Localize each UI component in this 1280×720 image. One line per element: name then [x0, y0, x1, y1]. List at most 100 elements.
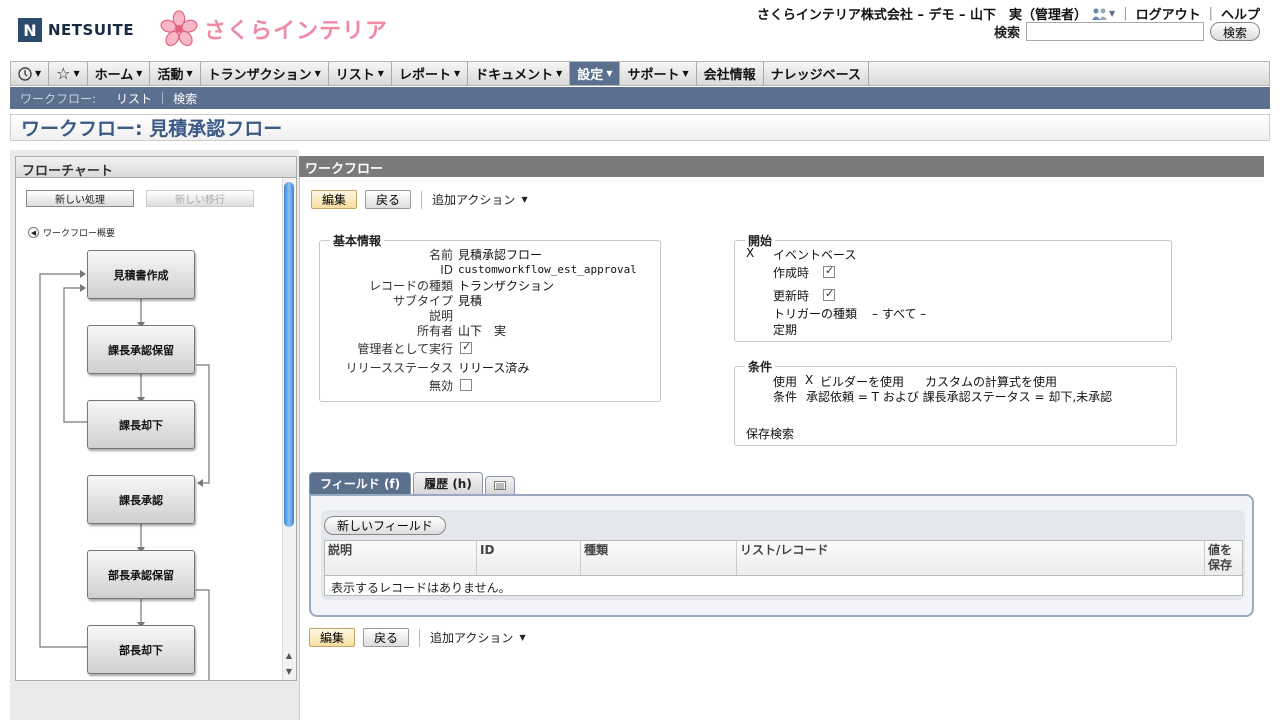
saved-search-label: 保存検索: [746, 427, 795, 441]
nav-label: ナレッジベース: [770, 68, 862, 83]
more-actions-menu[interactable]: 追加アクション ▼: [432, 191, 528, 208]
subtype-value: 見積: [458, 294, 483, 308]
user-name[interactable]: さくらインテリア株式会社 – デモ – 山下 実（管理者）: [757, 4, 1087, 23]
nav-setup[interactable]: 設定 ▼: [570, 62, 621, 85]
chevron-down-icon: ▼: [556, 69, 563, 78]
flow-node[interactable]: 見積書作成: [87, 250, 195, 299]
inactive-checkbox: [460, 377, 472, 391]
more-actions-menu-bottom[interactable]: 追加アクション ▼: [430, 629, 526, 646]
nav-support[interactable]: サポート ▼: [620, 62, 697, 85]
conditions-legend: 条件: [745, 358, 776, 375]
edit-button[interactable]: 編集: [311, 190, 358, 209]
event-based-mark: X: [746, 246, 755, 260]
chevron-down-icon: ▼: [606, 69, 613, 78]
tab-list-icon[interactable]: [484, 476, 515, 494]
nav-documents[interactable]: ドキュメント ▼: [468, 62, 571, 85]
switch-role-icon[interactable]: ▼: [1091, 8, 1115, 20]
nav-knowledge-base[interactable]: ナレッジベース: [764, 62, 870, 85]
subnav-list[interactable]: リスト: [106, 90, 162, 107]
tab-history[interactable]: 履歴 (h): [413, 472, 483, 494]
flowchart-canvas: 新しい処理 新しい移行 ◀ ワークフロー概要 見積書作成 課長承認保留 課長却下…: [15, 178, 297, 681]
nav-label: リスト: [335, 68, 375, 83]
nav-home[interactable]: ホーム ▼: [88, 62, 151, 85]
flow-node[interactable]: 課長却下: [87, 400, 195, 449]
main-nav: ▼ ☆ ▼ ホーム ▼ 活動 ▼ トランザクション ▼ リスト ▼ レポート ▼ ドキュメ…: [10, 61, 1270, 86]
brand-name: さくらインテリア: [204, 19, 389, 44]
condition-value: 承認依頼 = T および 課長承認ステータス = 却下,未承認: [806, 390, 1113, 404]
list-icon: [493, 481, 506, 490]
trigger-type-label: トリガーの種類: [773, 307, 858, 321]
global-search: 検索 検索: [994, 22, 1260, 41]
nav-transactions[interactable]: トランザクション ▼: [201, 62, 329, 85]
page-title: ワークフロー: 見積承認フロー: [21, 118, 283, 140]
divider: [419, 628, 421, 647]
user-menu: さくらインテリア株式会社 – デモ – 山下 実（管理者） ▼ | ログアウト …: [757, 4, 1260, 23]
chevron-down-icon: ▼: [73, 69, 80, 78]
nav-label: レポート: [398, 68, 451, 83]
flow-node[interactable]: 課長承認保留: [87, 325, 195, 374]
release-status-label: リリースステータス: [345, 361, 453, 375]
owner-value: 山下 実: [458, 324, 507, 338]
scroll-down-icon[interactable]: ▼: [284, 666, 294, 676]
column-header-id[interactable]: ID: [477, 541, 581, 575]
search-button[interactable]: 検索: [1209, 22, 1260, 41]
netsuite-logo-text: NETSUITE: [48, 21, 135, 39]
fields-table: 説明 ID 種類 リスト/レコード 値を保存 表示するレコードはありません。: [324, 540, 1243, 596]
fields-subpanel: 新しいフィールド 説明 ID 種類 リスト/レコード 値を保存 表示するレコード…: [321, 510, 1245, 600]
column-header-store-value[interactable]: 値を保存: [1205, 541, 1242, 575]
edit-button-bottom[interactable]: 編集: [309, 628, 356, 647]
new-field-button[interactable]: 新しいフィールド: [324, 516, 446, 535]
basic-info-legend: 基本情報: [330, 232, 385, 249]
subnav-search[interactable]: 検索: [163, 90, 207, 107]
table-header: 説明 ID 種類 リスト/レコード 値を保存: [325, 541, 1242, 576]
nav-label: サポート: [627, 68, 680, 83]
company-brand: さくらインテリア: [160, 10, 388, 48]
recent-records-menu[interactable]: ▼: [11, 62, 50, 85]
clock-icon: [18, 66, 32, 81]
column-header-list-record[interactable]: リスト/レコード: [737, 541, 1205, 575]
column-header-description[interactable]: 説明: [325, 541, 477, 575]
top-action-bar: 編集 戻る 追加アクション ▼: [311, 190, 528, 209]
release-status-value: リリース済み: [458, 361, 530, 375]
scroll-up-icon[interactable]: ▲: [284, 650, 294, 660]
search-input[interactable]: [1025, 22, 1204, 41]
empty-message: 表示するレコードはありません。: [331, 581, 511, 595]
netsuite-logo-icon: N: [18, 18, 42, 42]
search-label: 検索: [993, 26, 1020, 41]
logout-link[interactable]: ログアウト: [1136, 4, 1201, 23]
star-icon: ☆: [56, 64, 71, 83]
on-update-label: 更新時: [773, 289, 810, 303]
on-update-checkbox: [823, 287, 835, 301]
column-header-type[interactable]: 種類: [581, 541, 737, 575]
divider: [421, 190, 423, 209]
chevron-down-icon: ▼: [682, 69, 689, 78]
use-builder-mark: X: [805, 373, 814, 387]
subtabs: フィールド (f) 履歴 (h): [309, 472, 515, 494]
sub-nav: ワークフロー: リスト 検索: [10, 87, 1270, 109]
netsuite-logo[interactable]: N NETSUITE: [18, 18, 134, 42]
flow-node[interactable]: 部長承認保留: [87, 550, 195, 599]
nav-company[interactable]: 会社情報: [697, 62, 764, 85]
back-button-bottom[interactable]: 戻る: [363, 628, 410, 647]
fields-tab-panel: 新しいフィールド 説明 ID 種類 リスト/レコード 値を保存 表示するレコード…: [309, 494, 1254, 617]
scrollbar-thumb[interactable]: [284, 182, 294, 527]
more-actions-label: 追加アクション: [430, 631, 514, 645]
nav-activities[interactable]: 活動 ▼: [150, 62, 201, 85]
favorites-menu[interactable]: ☆ ▼: [49, 62, 88, 85]
flow-node[interactable]: 部長却下: [87, 625, 195, 674]
run-as-admin-checkbox: [460, 340, 472, 354]
help-link[interactable]: ヘルプ: [1221, 4, 1260, 23]
nav-label: 活動: [157, 68, 184, 83]
condition-label: 条件: [773, 390, 798, 404]
subnav-section: ワークフロー:: [20, 91, 97, 106]
nav-reports[interactable]: レポート ▼: [392, 62, 469, 85]
back-button[interactable]: 戻る: [365, 190, 412, 209]
flowchart-scrollbar[interactable]: ▲ ▼: [282, 178, 296, 680]
workflow-section-title: ワークフロー: [299, 156, 1264, 177]
flow-node[interactable]: 課長承認: [87, 475, 195, 524]
nav-lists[interactable]: リスト ▼: [329, 62, 392, 85]
tab-fields[interactable]: フィールド (f): [309, 472, 412, 494]
chevron-down-icon: ▼: [521, 195, 528, 204]
chevron-down-icon: ▼: [314, 69, 321, 78]
event-based-label: イベントベース: [773, 248, 857, 262]
